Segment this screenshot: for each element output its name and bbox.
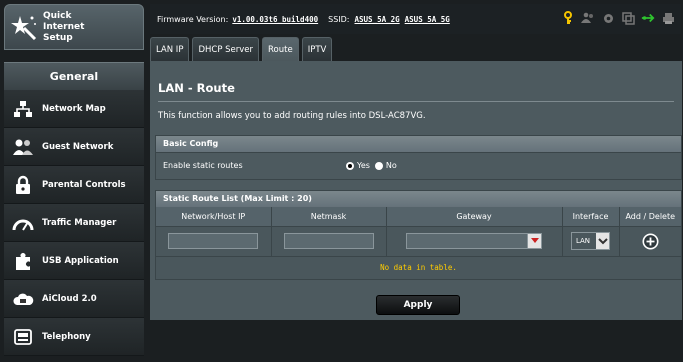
- radio-no-dot[interactable]: [374, 161, 383, 170]
- plus-circle-icon: [642, 233, 659, 249]
- network-map-icon: [4, 90, 42, 128]
- gateway-combo[interactable]: [406, 233, 542, 249]
- sidebar-item-guest-network[interactable]: Guest Network: [4, 128, 144, 166]
- printer-icon[interactable]: [661, 11, 675, 25]
- radio-yes-dot[interactable]: [346, 161, 354, 170]
- sidebar-item-label: USB Application: [42, 255, 119, 266]
- sidebar-item-network-map[interactable]: Network Map: [4, 90, 144, 128]
- column-header-interface: Interface: [562, 207, 620, 227]
- quick-internet-setup-button[interactable]: Quick Internet Setup: [4, 4, 144, 50]
- gateway-input[interactable]: [406, 233, 528, 249]
- general-section-header: General: [4, 62, 144, 90]
- firmware-label: Firmware Version:: [157, 14, 229, 24]
- main-panel: LAN - Route This function allows you to …: [150, 61, 682, 320]
- sidebar-item-usb-application[interactable]: USB Application: [4, 242, 144, 280]
- sidebar-item-label: Traffic Manager: [42, 217, 117, 228]
- caret-down-icon: [530, 238, 539, 243]
- static-route-list-header: Static Route List (Max Limit : 20): [156, 191, 681, 207]
- telephone-icon: [4, 318, 42, 356]
- radio-no[interactable]: No: [374, 161, 397, 170]
- network-host-ip-cell: [156, 226, 272, 257]
- status-icons: [561, 11, 675, 25]
- sidebar-item-parental-controls[interactable]: Parental Controls: [4, 166, 144, 204]
- interface-value: LAN: [575, 237, 591, 245]
- interface-select[interactable]: LAN: [570, 232, 611, 250]
- speedometer-icon: [4, 204, 42, 242]
- gateway-cell: [386, 226, 563, 257]
- key-icon[interactable]: [561, 11, 575, 25]
- interface-cell: LAN: [562, 226, 620, 257]
- usb-icon[interactable]: [641, 11, 655, 25]
- add-route-button[interactable]: [642, 233, 659, 250]
- sidebar-item-label: Guest Network: [42, 141, 114, 152]
- sidebar-item-label: Telephony: [42, 331, 91, 342]
- guest-network-icon: [4, 128, 42, 166]
- tab-lan-ip[interactable]: LAN IP: [150, 37, 190, 61]
- radio-yes-label: Yes: [357, 161, 370, 170]
- radio-yes[interactable]: Yes: [346, 161, 370, 170]
- add-delete-cell: [619, 226, 681, 257]
- quick-internet-setup-label: Quick Internet Setup: [43, 10, 85, 43]
- lock-icon: [4, 166, 42, 204]
- copy-icon[interactable]: [621, 11, 635, 25]
- sidebar-item-label: AiCloud 2.0: [42, 293, 97, 304]
- apply-button[interactable]: Apply: [376, 295, 460, 315]
- enable-static-routes-row: Enable static routes Yes No: [156, 152, 681, 178]
- ssid-2g-link[interactable]: ASUS_5A_2G: [355, 15, 400, 24]
- sidebar: Quick Internet Setup General Network Map: [4, 4, 144, 360]
- firmware-version-link[interactable]: v1.00.03t6_build400: [232, 15, 318, 24]
- sidebar-item-label: Parental Controls: [42, 179, 126, 190]
- interface-dropdown-button[interactable]: [596, 233, 610, 249]
- sidebar-item-aicloud[interactable]: AiCloud 2.0: [4, 280, 144, 318]
- radio-no-label: No: [385, 161, 397, 170]
- static-route-list-section: Static Route List (Max Limit : 20) Netwo…: [155, 190, 682, 280]
- tab-iptv[interactable]: IPTV: [301, 37, 333, 61]
- chevron-down-icon: [597, 237, 608, 244]
- ssid-label: SSID:: [328, 14, 350, 24]
- sidebar-item-telephony[interactable]: Telephony: [4, 318, 144, 356]
- page-title: LAN - Route: [158, 81, 235, 95]
- title-divider: [158, 101, 674, 102]
- ssid-5g-link[interactable]: ASUS_5A_5G: [405, 15, 450, 24]
- column-header-add-delete: Add / Delete: [619, 207, 681, 227]
- column-header-gateway: Gateway: [386, 207, 563, 227]
- column-header-netmask: Netmask: [271, 207, 387, 227]
- netmask-input[interactable]: [283, 233, 374, 249]
- network-host-ip-input[interactable]: [168, 233, 259, 249]
- top-status-bar: Firmware Version: v1.00.03t6_build400 SS…: [150, 4, 681, 34]
- netmask-cell: [271, 226, 387, 257]
- wand-icon: [5, 4, 43, 50]
- tab-route[interactable]: Route: [262, 37, 299, 61]
- gear-icon[interactable]: [601, 11, 615, 25]
- tab-bar: LAN IP DHCP Server Route IPTV: [150, 37, 333, 61]
- page-description: This function allows you to add routing …: [158, 111, 426, 121]
- users-icon[interactable]: [581, 11, 595, 25]
- sidebar-nav: Network Map Guest Network Parental Contr…: [4, 90, 144, 356]
- sidebar-item-label: Network Map: [42, 103, 106, 114]
- tab-dhcp-server[interactable]: DHCP Server: [192, 37, 260, 61]
- basic-config-section: Basic Config Enable static routes Yes No: [155, 135, 682, 180]
- route-table: Network/Host IP Netmask Gateway Interfac…: [156, 207, 681, 257]
- sidebar-item-traffic-manager[interactable]: Traffic Manager: [4, 204, 144, 242]
- puzzle-icon: [4, 242, 42, 280]
- cloud-icon: [4, 280, 42, 318]
- basic-config-header: Basic Config: [156, 136, 681, 152]
- enable-static-routes-label: Enable static routes: [163, 161, 243, 170]
- empty-table-message: No data in table.: [156, 256, 681, 279]
- route-input-row: LAN: [156, 226, 681, 257]
- gateway-dropdown-button[interactable]: [528, 233, 542, 249]
- column-header-network-host-ip: Network/Host IP: [156, 207, 272, 227]
